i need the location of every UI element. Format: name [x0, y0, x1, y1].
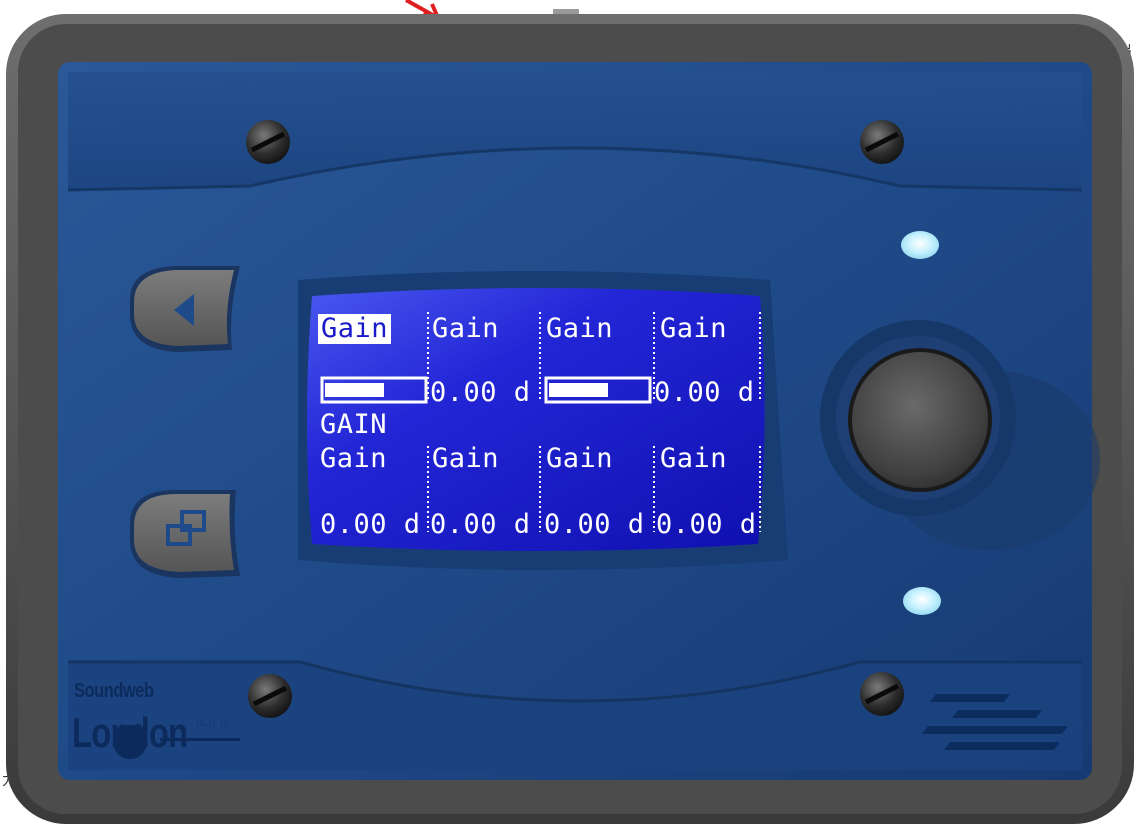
lcd-bottom-value-2: 0.00 d	[430, 509, 531, 540]
brand-soundweb: Soundweb	[74, 680, 154, 702]
lcd-top-value-2: 0.00 d	[654, 377, 755, 408]
lcd-bottom-label-3[interactable]: Gain	[546, 444, 613, 474]
window-button[interactable]	[130, 490, 240, 578]
lcd-top-label-4[interactable]: Gain	[660, 314, 727, 344]
device-graphic	[6, 0, 1134, 824]
screw-top-right	[860, 120, 904, 164]
status-led-upper	[901, 231, 939, 259]
lcd-bottom-value-1: 0.00 d	[320, 509, 421, 540]
lcd-bottom-value-4: 0.00 d	[656, 509, 757, 540]
lcd-top-label-2[interactable]: Gain	[432, 314, 499, 344]
lcd-bottom-label-2[interactable]: Gain	[432, 444, 499, 474]
screw-top-left	[246, 120, 290, 164]
lcd-top-label-1[interactable]: Gain	[318, 314, 392, 344]
device-stage: 出 力	[0, 0, 1136, 827]
lcd-bottom-label-4[interactable]: Gain	[660, 444, 727, 474]
lcd-top-value-1: 0.00 d	[430, 377, 531, 408]
lcd-group-title: GAIN	[320, 409, 388, 440]
back-button[interactable]	[130, 266, 240, 352]
status-led-lower	[903, 587, 941, 615]
brand-london: London	[72, 709, 188, 756]
lcd-bottom-value-3: 0.00 d	[544, 509, 645, 540]
lcd-bottom-label-1[interactable]: Gain	[320, 444, 387, 474]
lcd-top-label-3[interactable]: Gain	[546, 314, 613, 344]
brand-model: BLU-10	[196, 718, 230, 729]
screw-bottom-right	[860, 672, 904, 716]
screw-bottom-left	[248, 674, 292, 718]
